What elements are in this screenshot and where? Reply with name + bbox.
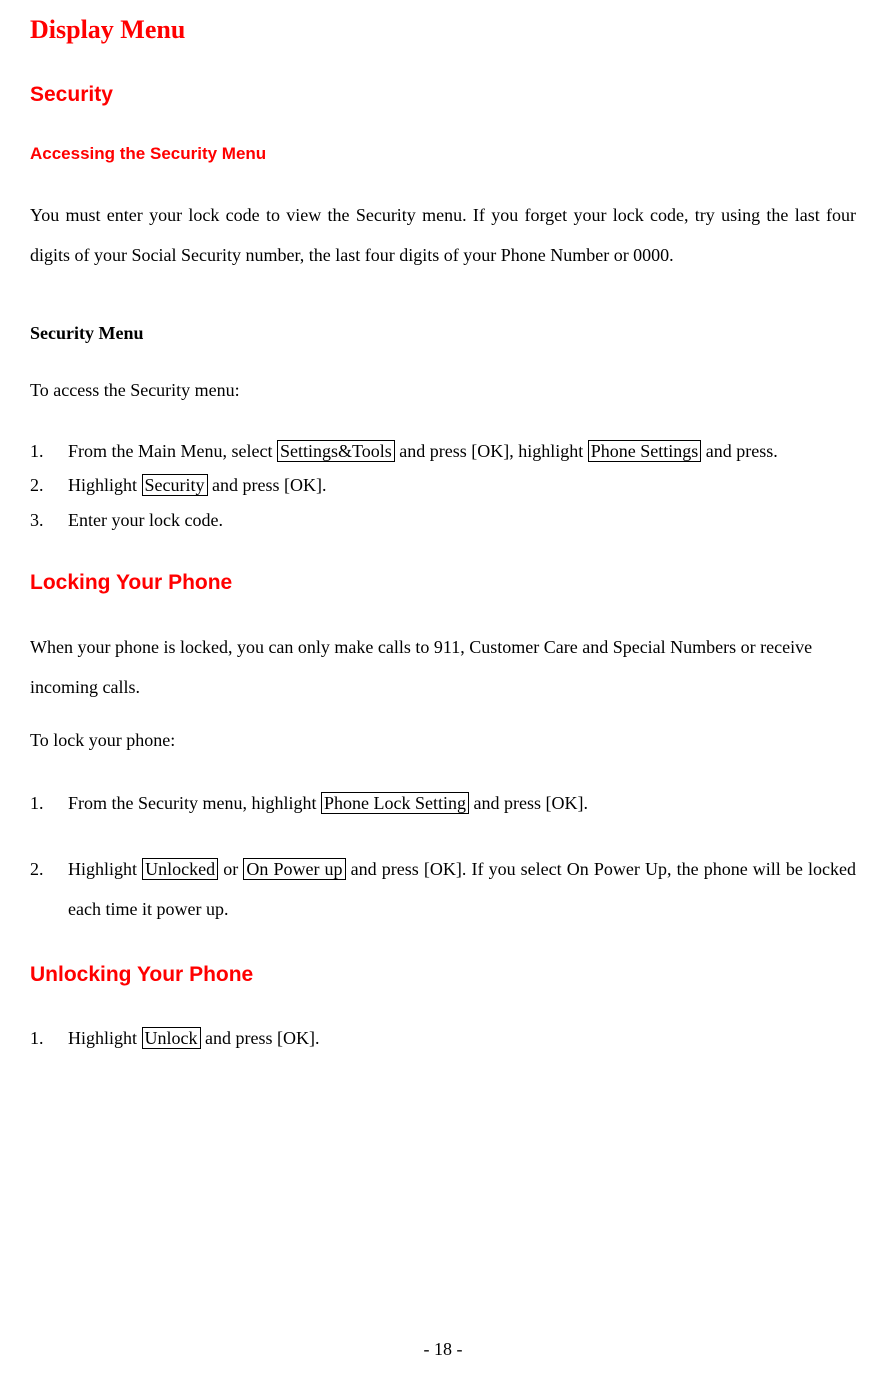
security-menu-heading: Security Menu xyxy=(30,320,856,347)
page-number: - 18 - xyxy=(0,1336,886,1363)
step-text: Highlight xyxy=(68,475,142,495)
menu-option-box: On Power up xyxy=(243,858,345,880)
step-text: and press [OK]. xyxy=(201,1028,320,1048)
list-item: 1. From the Security menu, highlight Pho… xyxy=(30,784,856,824)
accessing-security-heading: Accessing the Security Menu xyxy=(30,141,856,167)
menu-option-box: Security xyxy=(142,474,208,496)
menu-option-box: Phone Lock Setting xyxy=(321,792,469,814)
list-item: 1. From the Main Menu, select Settings&T… xyxy=(30,434,856,468)
security-heading: Security xyxy=(30,79,856,111)
list-item: 2. Highlight Security and press [OK]. xyxy=(30,468,856,502)
step-number: 2. xyxy=(30,468,44,502)
step-number: 1. xyxy=(30,434,44,468)
step-number: 1. xyxy=(30,784,44,824)
step-text: and press [OK]. xyxy=(469,793,588,813)
locking-phone-steps: 1. From the Security menu, highlight Pho… xyxy=(30,784,856,929)
step-text: Highlight xyxy=(68,859,142,879)
step-text: From the Security menu, highlight xyxy=(68,793,321,813)
page-title: Display Menu xyxy=(30,10,856,49)
unlocking-phone-heading: Unlocking Your Phone xyxy=(30,959,856,991)
unlocking-phone-steps: 1. Highlight Unlock and press [OK]. xyxy=(30,1021,856,1055)
locking-phone-paragraph: When your phone is locked, you can only … xyxy=(30,628,856,707)
list-item: 2. Highlight Unlocked or On Power up and… xyxy=(30,850,856,929)
security-menu-steps: 1. From the Main Menu, select Settings&T… xyxy=(30,434,856,537)
step-number: 3. xyxy=(30,503,44,537)
step-text: From the Main Menu, select xyxy=(68,441,277,461)
list-item: 1. Highlight Unlock and press [OK]. xyxy=(30,1021,856,1055)
menu-option-box: Settings&Tools xyxy=(277,440,395,462)
locking-phone-intro: To lock your phone: xyxy=(30,727,856,754)
step-number: 1. xyxy=(30,1021,44,1055)
step-number: 2. xyxy=(30,850,44,890)
step-text: and press [OK], highlight xyxy=(395,441,588,461)
menu-option-box: Phone Settings xyxy=(588,440,702,462)
step-text: and press. xyxy=(701,441,777,461)
step-text: or xyxy=(218,859,243,879)
list-item: 3. Enter your lock code. xyxy=(30,503,856,537)
step-text: Enter your lock code. xyxy=(68,510,223,530)
security-menu-intro: To access the Security menu: xyxy=(30,377,856,404)
step-text: and press [OK]. xyxy=(208,475,327,495)
menu-option-box: Unlocked xyxy=(142,858,218,880)
menu-option-box: Unlock xyxy=(142,1027,201,1049)
locking-phone-heading: Locking Your Phone xyxy=(30,567,856,599)
step-text: Highlight xyxy=(68,1028,142,1048)
accessing-security-paragraph: You must enter your lock code to view th… xyxy=(30,196,856,275)
